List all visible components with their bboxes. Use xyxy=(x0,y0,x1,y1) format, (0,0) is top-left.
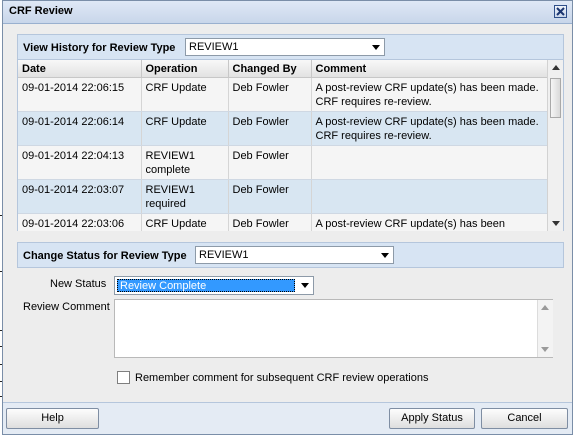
column-header-comment[interactable]: Comment xyxy=(311,60,548,78)
cell-comment: A post-review CRF update(s) has been mad… xyxy=(311,111,548,146)
comment-scrollbar[interactable] xyxy=(537,300,553,357)
crf-review-dialog: CRF Review View History for Review Type … xyxy=(2,0,573,435)
cell-comment xyxy=(311,179,548,214)
scroll-down-icon[interactable] xyxy=(552,221,560,226)
table-row[interactable]: 09-01-2014 22:06:14 CRF Update Deb Fowle… xyxy=(18,111,548,146)
cell-comment: A post-review CRF update(s) has been xyxy=(311,213,548,231)
cell-date: 09-01-2014 22:04:13 xyxy=(18,145,142,180)
change-review-type-select[interactable]: REVIEW1 xyxy=(195,246,394,264)
cell-date: 09-01-2014 22:03:07 xyxy=(18,179,142,214)
cell-comment: A post-review CRF update(s) has been mad… xyxy=(311,77,548,112)
remember-comment-label: Remember comment for subsequent CRF revi… xyxy=(135,372,429,384)
cancel-button[interactable]: Cancel xyxy=(481,408,568,429)
column-header-operation[interactable]: Operation xyxy=(141,60,229,78)
cell-changed-by: Deb Fowler xyxy=(228,213,312,231)
scrollbar-thumb[interactable] xyxy=(550,78,561,118)
table-row[interactable]: 09-01-2014 22:04:13 REVIEW1 complete Deb… xyxy=(18,145,548,180)
table-row[interactable]: 09-01-2014 22:03:07 REVIEW1 required Deb… xyxy=(18,179,548,214)
cell-changed-by: Deb Fowler xyxy=(228,111,312,146)
help-button[interactable]: Help xyxy=(6,408,99,429)
chevron-down-icon xyxy=(301,283,309,288)
table-row[interactable]: 09-01-2014 22:03:06 CRF Update Deb Fowle… xyxy=(18,213,548,231)
history-panel-title: View History for Review Type xyxy=(23,42,176,54)
dialog-footer: Help Apply Status Cancel xyxy=(3,402,572,434)
chevron-down-icon xyxy=(381,253,389,258)
change-review-type-value: REVIEW1 xyxy=(199,249,249,261)
dialog-titlebar[interactable]: CRF Review xyxy=(3,1,572,24)
table-row[interactable]: 09-01-2014 22:06:15 CRF Update Deb Fowle… xyxy=(18,77,548,112)
history-review-type-select[interactable]: REVIEW1 xyxy=(185,38,385,56)
apply-status-button[interactable]: Apply Status xyxy=(389,408,475,429)
column-header-date[interactable]: Date xyxy=(18,60,142,78)
cell-operation: REVIEW1 complete xyxy=(141,145,229,180)
close-button[interactable] xyxy=(554,5,567,18)
history-scrollbar[interactable] xyxy=(547,60,563,231)
cell-operation: CRF Update xyxy=(141,213,229,231)
history-review-type-value: REVIEW1 xyxy=(189,41,239,53)
change-status-panel-header: Change Status for Review Type REVIEW1 xyxy=(17,243,564,268)
cell-operation: CRF Update xyxy=(141,111,229,146)
cell-comment xyxy=(311,145,548,180)
chevron-down-icon xyxy=(372,45,380,50)
cell-changed-by: Deb Fowler xyxy=(228,179,312,214)
scroll-down-icon[interactable] xyxy=(541,347,549,352)
review-comment-label: Review Comment xyxy=(23,301,110,313)
scroll-up-icon[interactable] xyxy=(552,65,560,70)
cell-operation: CRF Update xyxy=(141,77,229,112)
review-comment-textarea[interactable] xyxy=(114,299,553,358)
dialog-title: CRF Review xyxy=(9,5,73,17)
cell-date: 09-01-2014 22:06:14 xyxy=(18,111,142,146)
cell-changed-by: Deb Fowler xyxy=(228,77,312,112)
history-panel: View History for Review Type REVIEW1 Dat… xyxy=(17,34,564,231)
cell-changed-by: Deb Fowler xyxy=(228,145,312,180)
close-icon xyxy=(556,7,565,16)
change-status-panel-title: Change Status for Review Type xyxy=(23,250,187,262)
cell-operation: REVIEW1 required xyxy=(141,179,229,214)
column-header-changed-by[interactable]: Changed By xyxy=(228,60,312,78)
remember-comment-checkbox[interactable] xyxy=(117,371,130,384)
history-panel-header: View History for Review Type REVIEW1 xyxy=(18,35,563,60)
history-grid: Date Operation Changed By Comment 09-01-… xyxy=(18,60,548,231)
cell-date: 09-01-2014 22:03:06 xyxy=(18,213,142,231)
new-status-label: New Status xyxy=(50,278,107,290)
scroll-up-icon[interactable] xyxy=(541,305,549,310)
cell-date: 09-01-2014 22:06:15 xyxy=(18,77,142,112)
new-status-select[interactable]: Review Complete xyxy=(114,276,314,295)
new-status-value: Review Complete xyxy=(120,280,207,292)
